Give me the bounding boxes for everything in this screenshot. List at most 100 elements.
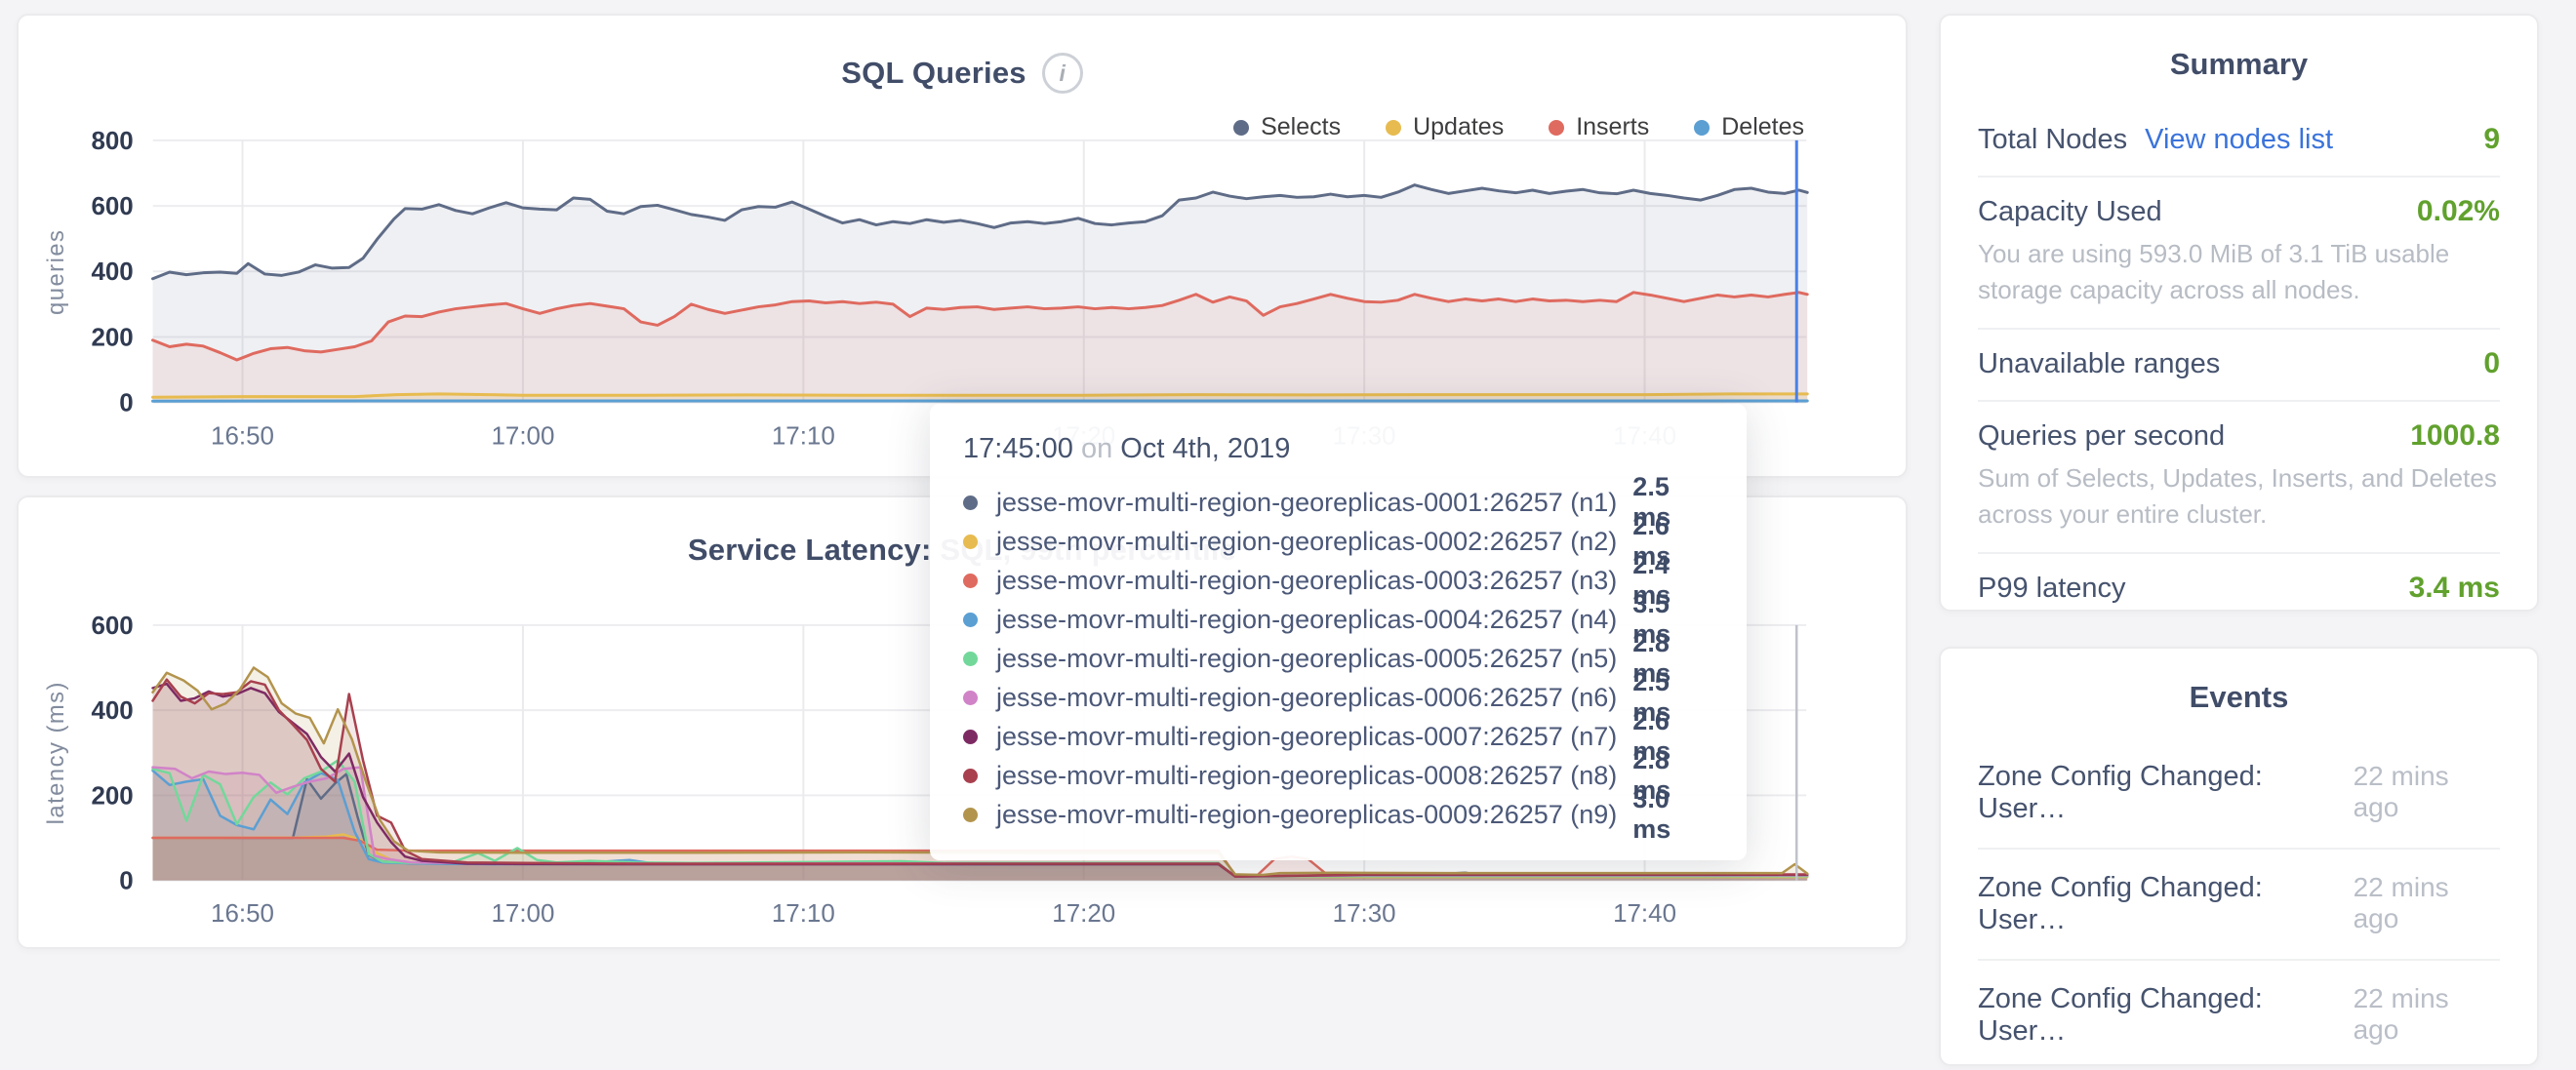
summary-row-p99-latency: P99 latency 3.4 ms [1978,552,2500,624]
tooltip-row: jesse-movr-multi-region-georeplicas-0001… [963,483,1713,522]
tooltip-on: on [1081,433,1112,464]
node-latency-value: 3.0 ms [1632,784,1713,845]
legend-dot-icon [1694,120,1710,136]
y-tick-label: 200 [91,325,133,352]
events-list: Zone Config Changed: User…22 mins agoZon… [1978,738,2500,1070]
node-name: jesse-movr-multi-region-georeplicas-0003… [996,566,1617,596]
x-tick-label: 17:40 [1613,900,1676,928]
chart-title: SQL Queries [841,56,1026,91]
summary-panel: Summary Total Nodes View nodes list 9 Ca… [1939,14,2539,612]
event-label: Zone Config Changed: User… [1978,872,2354,936]
legend-item-selects[interactable]: Selects [1233,113,1341,141]
tooltip-row: jesse-movr-multi-region-georeplicas-0006… [963,678,1713,717]
chart-legend: Selects Updates Inserts Deletes [1233,113,1804,141]
summary-label: Total Nodes [1978,124,2127,156]
node-name: jesse-movr-multi-region-georeplicas-0002… [996,527,1617,557]
y-tick-label: 200 [91,782,133,810]
node-name: jesse-movr-multi-region-georeplicas-0007… [996,722,1617,752]
summary-row-total-nodes: Total Nodes View nodes list 9 [1978,105,2500,176]
summary-label: P99 latency [1978,573,2126,605]
y-tick-label: 600 [91,613,133,640]
node-name: jesse-movr-multi-region-georeplicas-0004… [996,605,1617,635]
legend-label: Inserts [1576,113,1649,141]
tooltip-timestamp: 17:45:00 on Oct 4th, 2019 [963,433,1713,465]
x-tick-label: 17:00 [491,900,554,928]
event-time: 22 mins ago [2354,761,2500,823]
summary-value: 3.4 ms [2409,572,2500,605]
info-icon[interactable]: i [1042,53,1083,94]
x-tick-label: 17:00 [491,422,554,450]
series-dot-icon [963,808,978,822]
x-tick-label: 16:50 [211,422,274,450]
summary-row-unavailable-ranges: Unavailable ranges 0 [1978,328,2500,400]
y-tick-label: 400 [91,258,133,286]
tooltip-row: jesse-movr-multi-region-georeplicas-0007… [963,717,1713,756]
view-nodes-link[interactable]: View nodes list [2145,124,2333,156]
event-label: Zone Config Changed: User… [1978,761,2354,825]
summary-subtext: You are using 593.0 MiB of 3.1 TiB usabl… [1978,236,2500,308]
x-tick-label: 17:20 [1052,900,1115,928]
tooltip-row: jesse-movr-multi-region-georeplicas-0008… [963,756,1713,795]
legend-label: Selects [1261,113,1341,141]
summary-value: 9 [2483,123,2500,156]
tooltip-row: jesse-movr-multi-region-georeplicas-0002… [963,522,1713,561]
summary-value: 1000.8 [2410,419,2500,453]
series-dot-icon [963,652,978,666]
tooltip-row: jesse-movr-multi-region-georeplicas-0004… [963,600,1713,639]
y-tick-label: 0 [119,390,133,417]
x-tick-label: 17:30 [1333,900,1396,928]
tooltip-rows: jesse-movr-multi-region-georeplicas-0001… [963,483,1713,834]
event-time: 22 mins ago [2354,872,2500,934]
chart-tooltip: 17:45:00 on Oct 4th, 2019 jesse-movr-mul… [930,404,1747,860]
legend-item-updates[interactable]: Updates [1386,113,1504,141]
legend-item-inserts[interactable]: Inserts [1549,113,1649,141]
event-row[interactable]: Zone Config Changed: User…22 mins ago [1978,959,2500,1070]
tooltip-date: Oct 4th, 2019 [1120,433,1290,464]
legend-item-deletes[interactable]: Deletes [1694,113,1804,141]
event-time: 22 mins ago [2354,983,2500,1046]
node-name: jesse-movr-multi-region-georeplicas-0006… [996,683,1617,713]
series-areas [153,185,1808,403]
series-dot-icon [963,535,978,549]
legend-label: Deletes [1721,113,1804,141]
summary-row-capacity-used: Capacity Used 0.02% You are using 593.0 … [1978,176,2500,328]
event-row[interactable]: Zone Config Changed: User…22 mins ago [1978,848,2500,959]
tooltip-row: jesse-movr-multi-region-georeplicas-0005… [963,639,1713,678]
legend-dot-icon [1386,120,1401,136]
summary-label: Queries per second [1978,420,2225,453]
node-name: jesse-movr-multi-region-georeplicas-0008… [996,761,1617,791]
events-panel: Events Zone Config Changed: User…22 mins… [1939,647,2539,1066]
y-axis-unit-label: latency (ms) [43,681,69,824]
summary-label: Capacity Used [1978,196,2162,228]
series-dot-icon [963,574,978,588]
y-tick-label: 0 [119,868,133,895]
series-dot-icon [963,613,978,627]
legend-dot-icon [1233,120,1249,136]
node-name: jesse-movr-multi-region-georeplicas-0009… [996,800,1617,830]
series-dot-icon [963,691,978,705]
summary-value: 0 [2483,347,2500,380]
tooltip-row: jesse-movr-multi-region-georeplicas-0009… [963,795,1713,834]
x-tick-label: 16:50 [211,900,274,928]
legend-label: Updates [1413,113,1504,141]
summary-value: 0.02% [2417,195,2500,228]
series-dot-icon [963,730,978,744]
y-tick-label: 600 [91,193,133,220]
summary-title: Summary [1978,16,2500,105]
series-dot-icon [963,495,978,510]
summary-subtext: Sum of Selects, Updates, Inserts, and De… [1978,460,2500,533]
y-tick-label: 400 [91,697,133,725]
sql-queries-header: SQL Queries i [19,53,1906,94]
node-name: jesse-movr-multi-region-georeplicas-0005… [996,644,1617,674]
event-row[interactable]: Zone Config Changed: User…22 mins ago [1978,738,2500,848]
series-dot-icon [963,769,978,783]
y-axis-unit-label: queries [43,229,69,315]
tooltip-time: 17:45:00 [963,433,1073,464]
events-title: Events [1978,649,2500,738]
event-label: Zone Config Changed: User… [1978,983,2354,1048]
x-tick-label: 17:10 [772,422,835,450]
summary-row-queries-per-second: Queries per second 1000.8 Sum of Selects… [1978,400,2500,552]
legend-dot-icon [1549,120,1564,136]
node-name: jesse-movr-multi-region-georeplicas-0001… [996,488,1617,518]
x-tick-label: 17:10 [772,900,835,928]
